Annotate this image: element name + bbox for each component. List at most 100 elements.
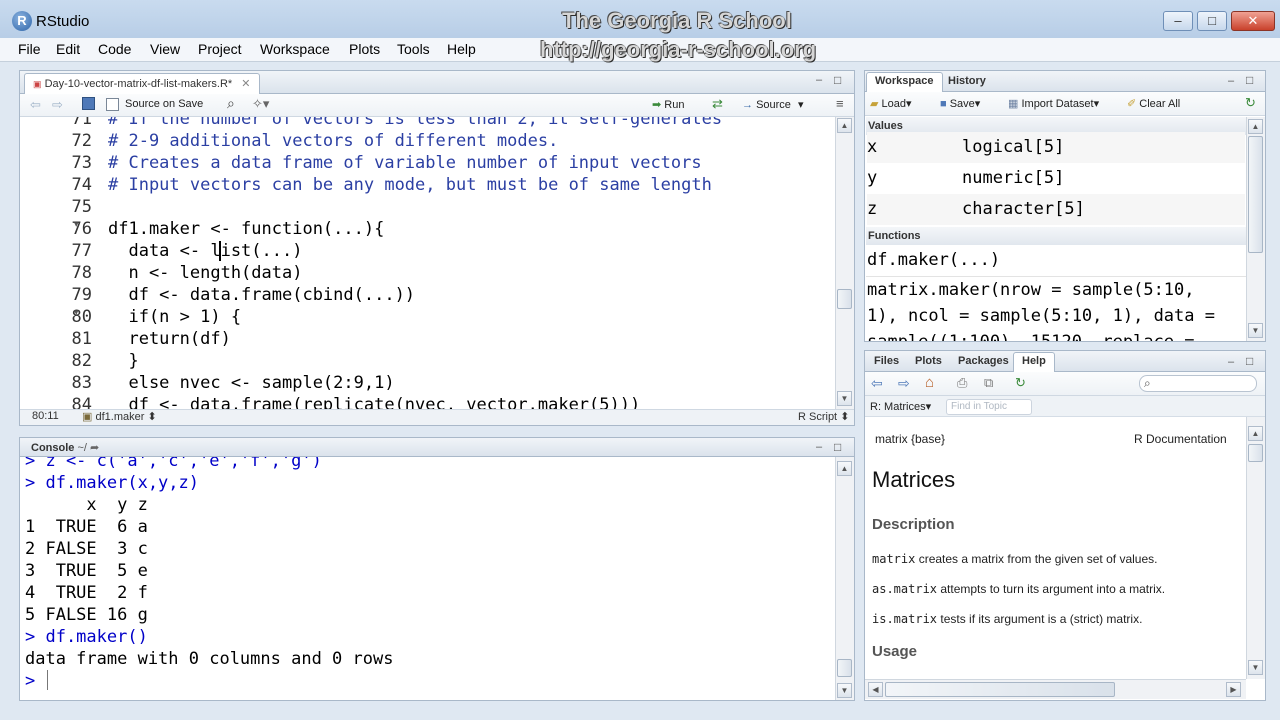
menu-view[interactable]: View <box>150 41 180 57</box>
line-number: 72 <box>71 131 92 151</box>
code-line: 83 else nvec <- sample(2:9,1) <box>20 372 780 394</box>
fold-icon-76[interactable]: ▾ <box>74 219 79 230</box>
help-search-input[interactable]: ⌕ <box>1139 375 1257 392</box>
workspace-row[interactable]: z character[5] <box>867 194 1245 225</box>
function-nav[interactable]: ▣ df1.maker ⬍ <box>82 410 157 423</box>
line-number: 79 <box>71 285 92 305</box>
menu-plots[interactable]: Plots <box>349 41 380 57</box>
tab-packages[interactable]: Packages <box>950 354 1017 372</box>
menu-project[interactable]: Project <box>198 41 242 57</box>
code-line: 75 <box>20 196 780 218</box>
menu-edit[interactable]: Edit <box>56 41 80 57</box>
help-hscroll-thumb[interactable] <box>885 682 1115 697</box>
home-icon[interactable]: ⌂ <box>925 374 934 391</box>
code-line: 78 n <- length(data) <box>20 262 780 284</box>
import-dataset-button[interactable]: ▦ Import Dataset▾ <box>1008 97 1099 110</box>
help-scroll-right[interactable]: ▶ <box>1226 682 1241 697</box>
tab-files[interactable]: Files <box>866 354 907 372</box>
search-icon[interactable]: ⌕ <box>227 95 235 112</box>
function-item[interactable]: df.maker(...) <box>867 247 1000 273</box>
console-maximize-icon[interactable]: □ <box>834 440 841 454</box>
watermark-title: The Georgia R School <box>562 8 792 33</box>
help-scroll-thumb[interactable] <box>1248 444 1263 462</box>
file-type-selector[interactable]: R Script ⬍ <box>798 410 849 423</box>
help-paragraph: matrix creates a matrix from the given s… <box>872 552 1158 566</box>
help-scroll-up[interactable]: ▲ <box>1248 426 1263 441</box>
help-topic-select[interactable]: R: Matrices▾ <box>870 400 931 413</box>
menu-code[interactable]: Code <box>98 41 131 57</box>
run-button[interactable]: ➡ Run <box>652 98 684 111</box>
workspace-maximize-icon[interactable]: □ <box>1246 73 1253 87</box>
forward-arrow-icon[interactable]: ⇨ <box>898 375 910 392</box>
scroll-down-arrow[interactable]: ▼ <box>837 391 852 406</box>
rerun-icon[interactable]: ⇄ <box>712 96 723 112</box>
tab-workspace[interactable]: Workspace <box>866 72 943 92</box>
minimize-button[interactable]: ‒ <box>1163 11 1193 31</box>
workspace-row[interactable]: y numeric[5] <box>867 163 1245 194</box>
code-line: 80 if(n > 1) { <box>20 306 780 328</box>
forward-arrow-icon[interactable]: ⇨ <box>52 97 63 113</box>
save-icon[interactable] <box>82 97 95 110</box>
menu-help[interactable]: Help <box>447 41 476 57</box>
code-text: # Input vectors can be any mode, but mus… <box>108 175 712 195</box>
ws-scroll-down[interactable]: ▼ <box>1248 323 1263 338</box>
code-line: 71 # If the number of vectors is less tha… <box>20 117 780 130</box>
load-button[interactable]: ▰ Load▾ <box>870 97 912 110</box>
maximize-pane-icon[interactable]: □ <box>834 73 841 87</box>
outline-icon[interactable]: ≡ <box>836 96 844 111</box>
function-item-cont: 1), ncol = sample(5:10, 1), data = <box>867 306 1215 326</box>
clear-all-button[interactable]: ✐ Clear All <box>1127 97 1180 110</box>
rstudio-logo-icon: R <box>12 11 32 31</box>
console-minimize-icon[interactable]: ‒ <box>816 441 822 453</box>
console-scroll-up[interactable]: ▲ <box>837 461 852 476</box>
editor-scroll-thumb[interactable] <box>837 289 852 309</box>
help-maximize-icon[interactable]: □ <box>1246 354 1253 368</box>
code-text: data <- list(...) <box>108 241 303 261</box>
find-in-topic-input[interactable]: Find in Topic <box>946 399 1032 415</box>
editor-tab[interactable]: ▣ Day-10-vector-matrix-df-list-makers.R*… <box>24 73 260 94</box>
fold-icon-80[interactable]: ▾ <box>74 307 79 318</box>
run-arrow-icon: ➡ <box>652 99 662 111</box>
back-arrow-icon[interactable]: ⇦ <box>871 375 883 392</box>
code-area[interactable]: 71 # If the number of vectors is less tha… <box>20 117 834 409</box>
maximize-button[interactable]: □ <box>1197 11 1227 31</box>
console-caret <box>47 670 48 690</box>
ws-scroll-thumb[interactable] <box>1248 136 1263 253</box>
console-tab[interactable]: Console ~/ ➦ <box>31 441 99 454</box>
source-button[interactable]: → Source ▾ <box>742 98 804 111</box>
scroll-up-arrow[interactable]: ▲ <box>837 118 852 133</box>
help-minimize-icon[interactable]: ‒ <box>1228 356 1234 368</box>
open-external-icon[interactable]: ⧉ <box>984 375 993 391</box>
magic-wand-icon[interactable]: ✧▾ <box>252 96 269 112</box>
help-paragraph: as.matrix attempts to turn its argument … <box>872 582 1166 596</box>
tab-history[interactable]: History <box>940 73 994 93</box>
code-text: df <- data.frame(cbind(...)) <box>108 285 416 305</box>
console-scroll-thumb[interactable] <box>837 659 852 677</box>
workspace-minimize-icon[interactable]: ‒ <box>1228 75 1234 87</box>
editor-vertical-scrollbar[interactable] <box>835 117 854 409</box>
close-tab-icon[interactable]: ✕ <box>241 78 250 90</box>
help-scroll-down[interactable]: ▼ <box>1248 660 1263 675</box>
minimize-pane-icon[interactable]: ‒ <box>816 74 822 86</box>
functions-list[interactable]: df.maker(...) matrix.maker(nrow = sample… <box>866 245 1246 341</box>
source-on-save-checkbox[interactable] <box>106 98 119 111</box>
refresh-icon[interactable]: ↻ <box>1015 375 1026 391</box>
console-output[interactable]: > z <- c('a','c','e','f','g') > df.maker(… <box>20 457 834 700</box>
print-icon[interactable]: ⎙ <box>957 375 967 391</box>
menu-workspace[interactable]: Workspace <box>260 41 330 57</box>
refresh-icon[interactable]: ↻ <box>1245 95 1256 111</box>
function-item[interactable]: matrix.maker(nrow = sample(5:10, <box>867 277 1195 303</box>
back-arrow-icon[interactable]: ⇦ <box>30 97 41 113</box>
ws-scroll-up[interactable]: ▲ <box>1248 119 1263 134</box>
menu-file[interactable]: File <box>18 41 41 57</box>
folder-icon: ▰ <box>870 98 879 110</box>
go-to-dir-icon[interactable]: ➦ <box>90 442 99 454</box>
close-button[interactable]: ✕ <box>1231 11 1275 31</box>
workspace-row[interactable]: x logical[5] <box>867 132 1245 163</box>
tab-help[interactable]: Help <box>1013 352 1055 372</box>
save-workspace-button[interactable]: ■ Save▾ <box>940 97 980 110</box>
menu-tools[interactable]: Tools <box>397 41 430 57</box>
help-scroll-left[interactable]: ◀ <box>868 682 883 697</box>
tab-plots[interactable]: Plots <box>907 354 950 372</box>
console-scroll-down[interactable]: ▼ <box>837 683 852 698</box>
